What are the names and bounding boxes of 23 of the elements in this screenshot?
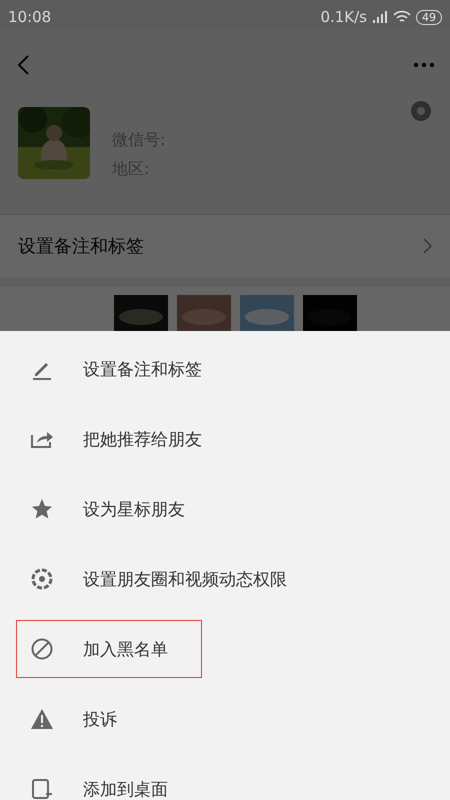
aperture-icon	[31, 568, 53, 590]
menu-item[interactable]: 设置备注和标签	[16, 340, 215, 398]
block-icon	[31, 638, 53, 660]
more-icon[interactable]	[413, 62, 435, 68]
chevron-icon	[423, 238, 432, 254]
menu-item[interactable]: 设为星标朋友	[16, 480, 202, 538]
menu-item[interactable]: 投诉	[16, 690, 202, 748]
share-icon	[30, 429, 54, 449]
add-to-desktop-icon	[31, 778, 53, 800]
status-time: 10:08	[8, 8, 52, 26]
menu-item[interactable]: 把她推荐给朋友	[16, 410, 215, 468]
wifi-icon	[393, 10, 411, 24]
signal-icon	[372, 11, 388, 23]
remark-row[interactable]: 设置备注和标签	[0, 214, 450, 277]
menu-item[interactable]: 添加到桌面	[16, 760, 202, 800]
network-speed: 0.1K/s	[320, 8, 367, 26]
star-icon	[31, 498, 53, 520]
back-icon[interactable]	[16, 54, 30, 76]
warning-icon	[30, 708, 54, 730]
camera-shutter-icon[interactable]	[410, 100, 432, 122]
menu-item[interactable]: 加入黑名单	[16, 620, 202, 678]
battery-indicator: 49	[416, 10, 442, 24]
menu-item[interactable]: 设置朋友圈和视频动态权限	[16, 550, 300, 608]
